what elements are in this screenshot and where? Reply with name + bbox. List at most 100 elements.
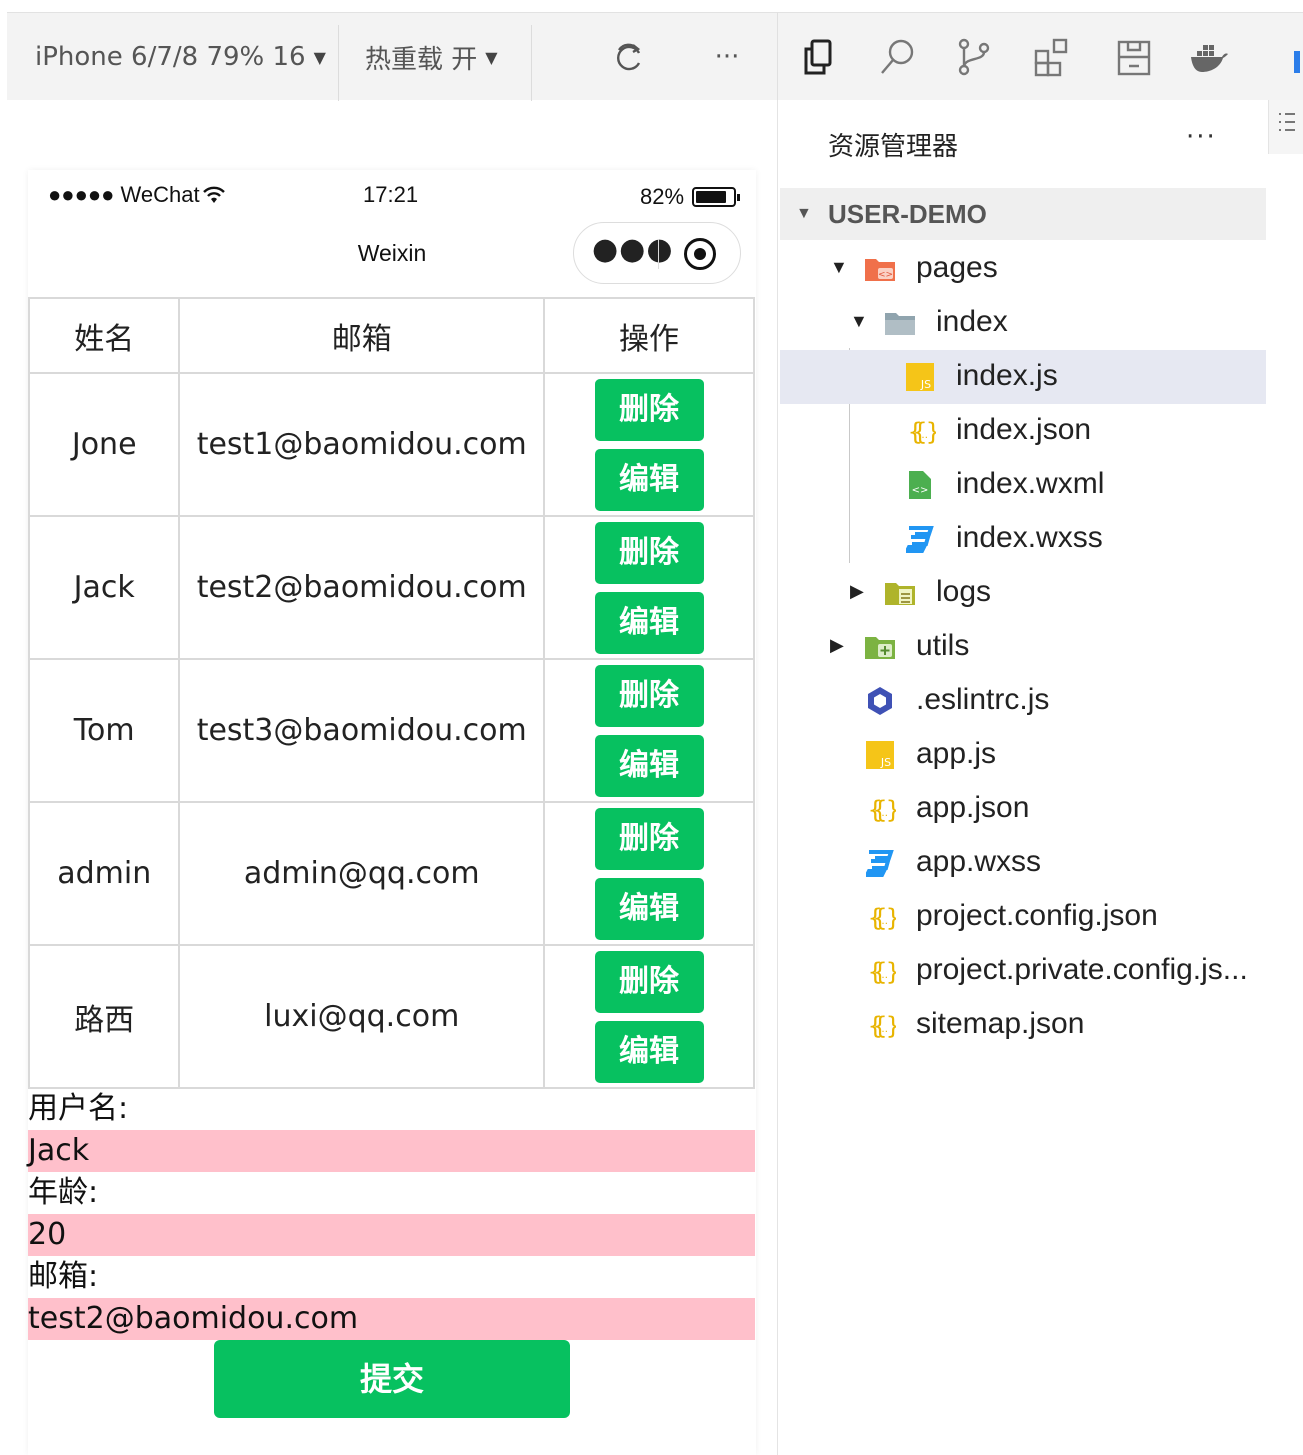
chevron-down-icon: ▼: [313, 47, 326, 67]
side-panel-toggle[interactable]: [1268, 100, 1303, 154]
tree-item-label: index.json: [956, 413, 1092, 446]
device-select-label: iPhone 6/7/8 79% 16: [35, 42, 306, 72]
tree-item-label: pages: [916, 251, 998, 284]
svg-text:}: }: [886, 904, 896, 932]
device-select[interactable]: iPhone 6/7/8 79% 16 ▼: [35, 13, 326, 101]
table-row: Jack test2@baomidou.com 删除 编辑: [27, 515, 755, 660]
tree-item[interactable]: <> index.wxml: [780, 458, 1266, 512]
age-label: 年龄:: [28, 1175, 99, 1210]
tree-item[interactable]: ▶ utils: [780, 620, 1266, 674]
toolbar-divider: [338, 25, 339, 101]
battery-percent: 82%: [640, 184, 685, 209]
cell-name: Jack: [27, 515, 181, 660]
edit-button[interactable]: 编辑: [594, 591, 704, 654]
email-input[interactable]: test2@baomidou.com: [28, 1298, 755, 1340]
docker-icon[interactable]: [1188, 37, 1228, 77]
eslint-icon: [864, 685, 896, 717]
carrier-label: ●●●●● WeChat: [48, 182, 226, 208]
json-file-icon: {{…}: [864, 901, 896, 933]
wxss-file-icon: [904, 523, 936, 555]
tree-item[interactable]: ▼ index: [780, 296, 1266, 350]
js-file-icon: JS: [864, 739, 896, 771]
cell-name: Jone: [27, 372, 181, 517]
header-operation: 操作: [543, 297, 755, 374]
chevron-down-icon: ▼: [485, 47, 498, 67]
tree-item[interactable]: {{…} app.json: [780, 782, 1266, 836]
edit-button[interactable]: 编辑: [594, 448, 704, 511]
tree-item[interactable]: {{…} project.config.json: [780, 890, 1266, 944]
battery-icon: [692, 187, 741, 207]
cell-operation: 删除 编辑: [543, 801, 755, 946]
user-form: 用户名: Jack 年龄: 20 邮箱: test2@baomidou.com: [28, 1088, 755, 1340]
tree-item[interactable]: .eslintrc.js: [780, 674, 1266, 728]
submit-button[interactable]: 提交: [214, 1340, 570, 1418]
tree-item[interactable]: {{…} project.private.config.js...: [780, 944, 1266, 998]
json-file-icon: {{…}: [864, 793, 896, 825]
close-miniprogram-icon[interactable]: [684, 238, 716, 270]
tree-item-label: logs: [936, 575, 992, 608]
delete-button[interactable]: 删除: [594, 664, 704, 727]
user-table: 姓名 邮箱 操作 Jone test1@baomidou.com 删除 编辑 J…: [27, 297, 755, 1089]
table-row: Jone test1@baomidou.com 删除 编辑: [27, 372, 755, 517]
table-header-row: 姓名 邮箱 操作: [27, 297, 755, 374]
tree-item[interactable]: ▼ <> pages: [780, 242, 1266, 296]
svg-text:}: }: [926, 418, 936, 446]
tree-item[interactable]: {{…} index.json: [780, 404, 1266, 458]
tree-item-label: .eslintrc.js: [916, 683, 1050, 716]
layout-icon[interactable]: [1114, 37, 1154, 77]
search-icon[interactable]: [878, 37, 918, 77]
tree-item-label: app.wxss: [916, 845, 1042, 878]
hot-reload-label: 热重载 开: [365, 44, 478, 75]
delete-button[interactable]: 删除: [594, 521, 704, 584]
chevron-right-icon: ▶: [830, 635, 844, 655]
tree-item[interactable]: JS app.js: [780, 728, 1266, 782]
delete-button[interactable]: 删除: [594, 378, 704, 441]
chevron-down-icon: ▼: [830, 257, 848, 277]
tree-item[interactable]: app.wxss: [780, 836, 1266, 890]
age-input[interactable]: 20: [28, 1214, 755, 1256]
status-bar: ●●●●● WeChat 17:21 82%: [28, 170, 756, 218]
explorer-icon[interactable]: [798, 37, 838, 77]
project-header[interactable]: ▼ USER-DEMO: [780, 188, 1266, 240]
username-input[interactable]: Jack: [28, 1130, 755, 1172]
svg-text:<>: <>: [912, 485, 929, 496]
svg-text:<>: <>: [878, 270, 893, 280]
header-email: 邮箱: [178, 297, 546, 374]
more-dots-icon[interactable]: ●●●: [592, 235, 674, 265]
more-button[interactable]: ···: [707, 13, 747, 101]
tree-item-label: app.json: [916, 791, 1030, 824]
explorer-more-button[interactable]: ···: [1186, 122, 1217, 152]
delete-button[interactable]: 删除: [594, 807, 704, 870]
chevron-down-icon: ▼: [796, 205, 812, 222]
extensions-icon[interactable]: [1032, 37, 1072, 77]
edit-button[interactable]: 编辑: [594, 877, 704, 940]
tree-item-label: project.private.config.js...: [916, 953, 1248, 986]
cell-email: test3@baomidou.com: [178, 658, 546, 803]
explorer-title: 资源管理器: [828, 132, 959, 162]
wifi-icon: [202, 186, 225, 203]
svg-text:}: }: [886, 958, 896, 986]
chevron-down-icon: ▼: [850, 311, 868, 331]
json-file-icon: {{…}: [904, 415, 936, 447]
json-file-icon: {{…}: [864, 955, 896, 987]
tree-item-label: index.js: [956, 359, 1058, 392]
chevron-right-icon: ▶: [850, 581, 864, 601]
overflow-indicator: [1294, 51, 1300, 73]
tree-item[interactable]: {{…} sitemap.json: [780, 998, 1266, 1052]
cell-name: Tom: [27, 658, 181, 803]
delete-button[interactable]: 删除: [594, 950, 704, 1013]
tree-item[interactable]: JS index.js: [780, 350, 1266, 404]
refresh-button[interactable]: [607, 13, 651, 101]
tree-item-label: utils: [916, 629, 970, 662]
edit-button[interactable]: 编辑: [594, 1020, 704, 1083]
tree-item-label: project.config.json: [916, 899, 1158, 932]
cell-operation: 删除 编辑: [543, 515, 755, 660]
js-file-icon: JS: [904, 361, 936, 393]
hot-reload-select[interactable]: 热重载 开 ▼: [365, 13, 498, 101]
tree-item[interactable]: ▶ logs: [780, 566, 1266, 620]
tree-item-label: index.wxss: [956, 521, 1103, 554]
source-control-icon[interactable]: [954, 37, 994, 77]
tree-item[interactable]: index.wxss: [780, 512, 1266, 566]
edit-button[interactable]: 编辑: [594, 734, 704, 797]
cell-email: test1@baomidou.com: [178, 372, 546, 517]
